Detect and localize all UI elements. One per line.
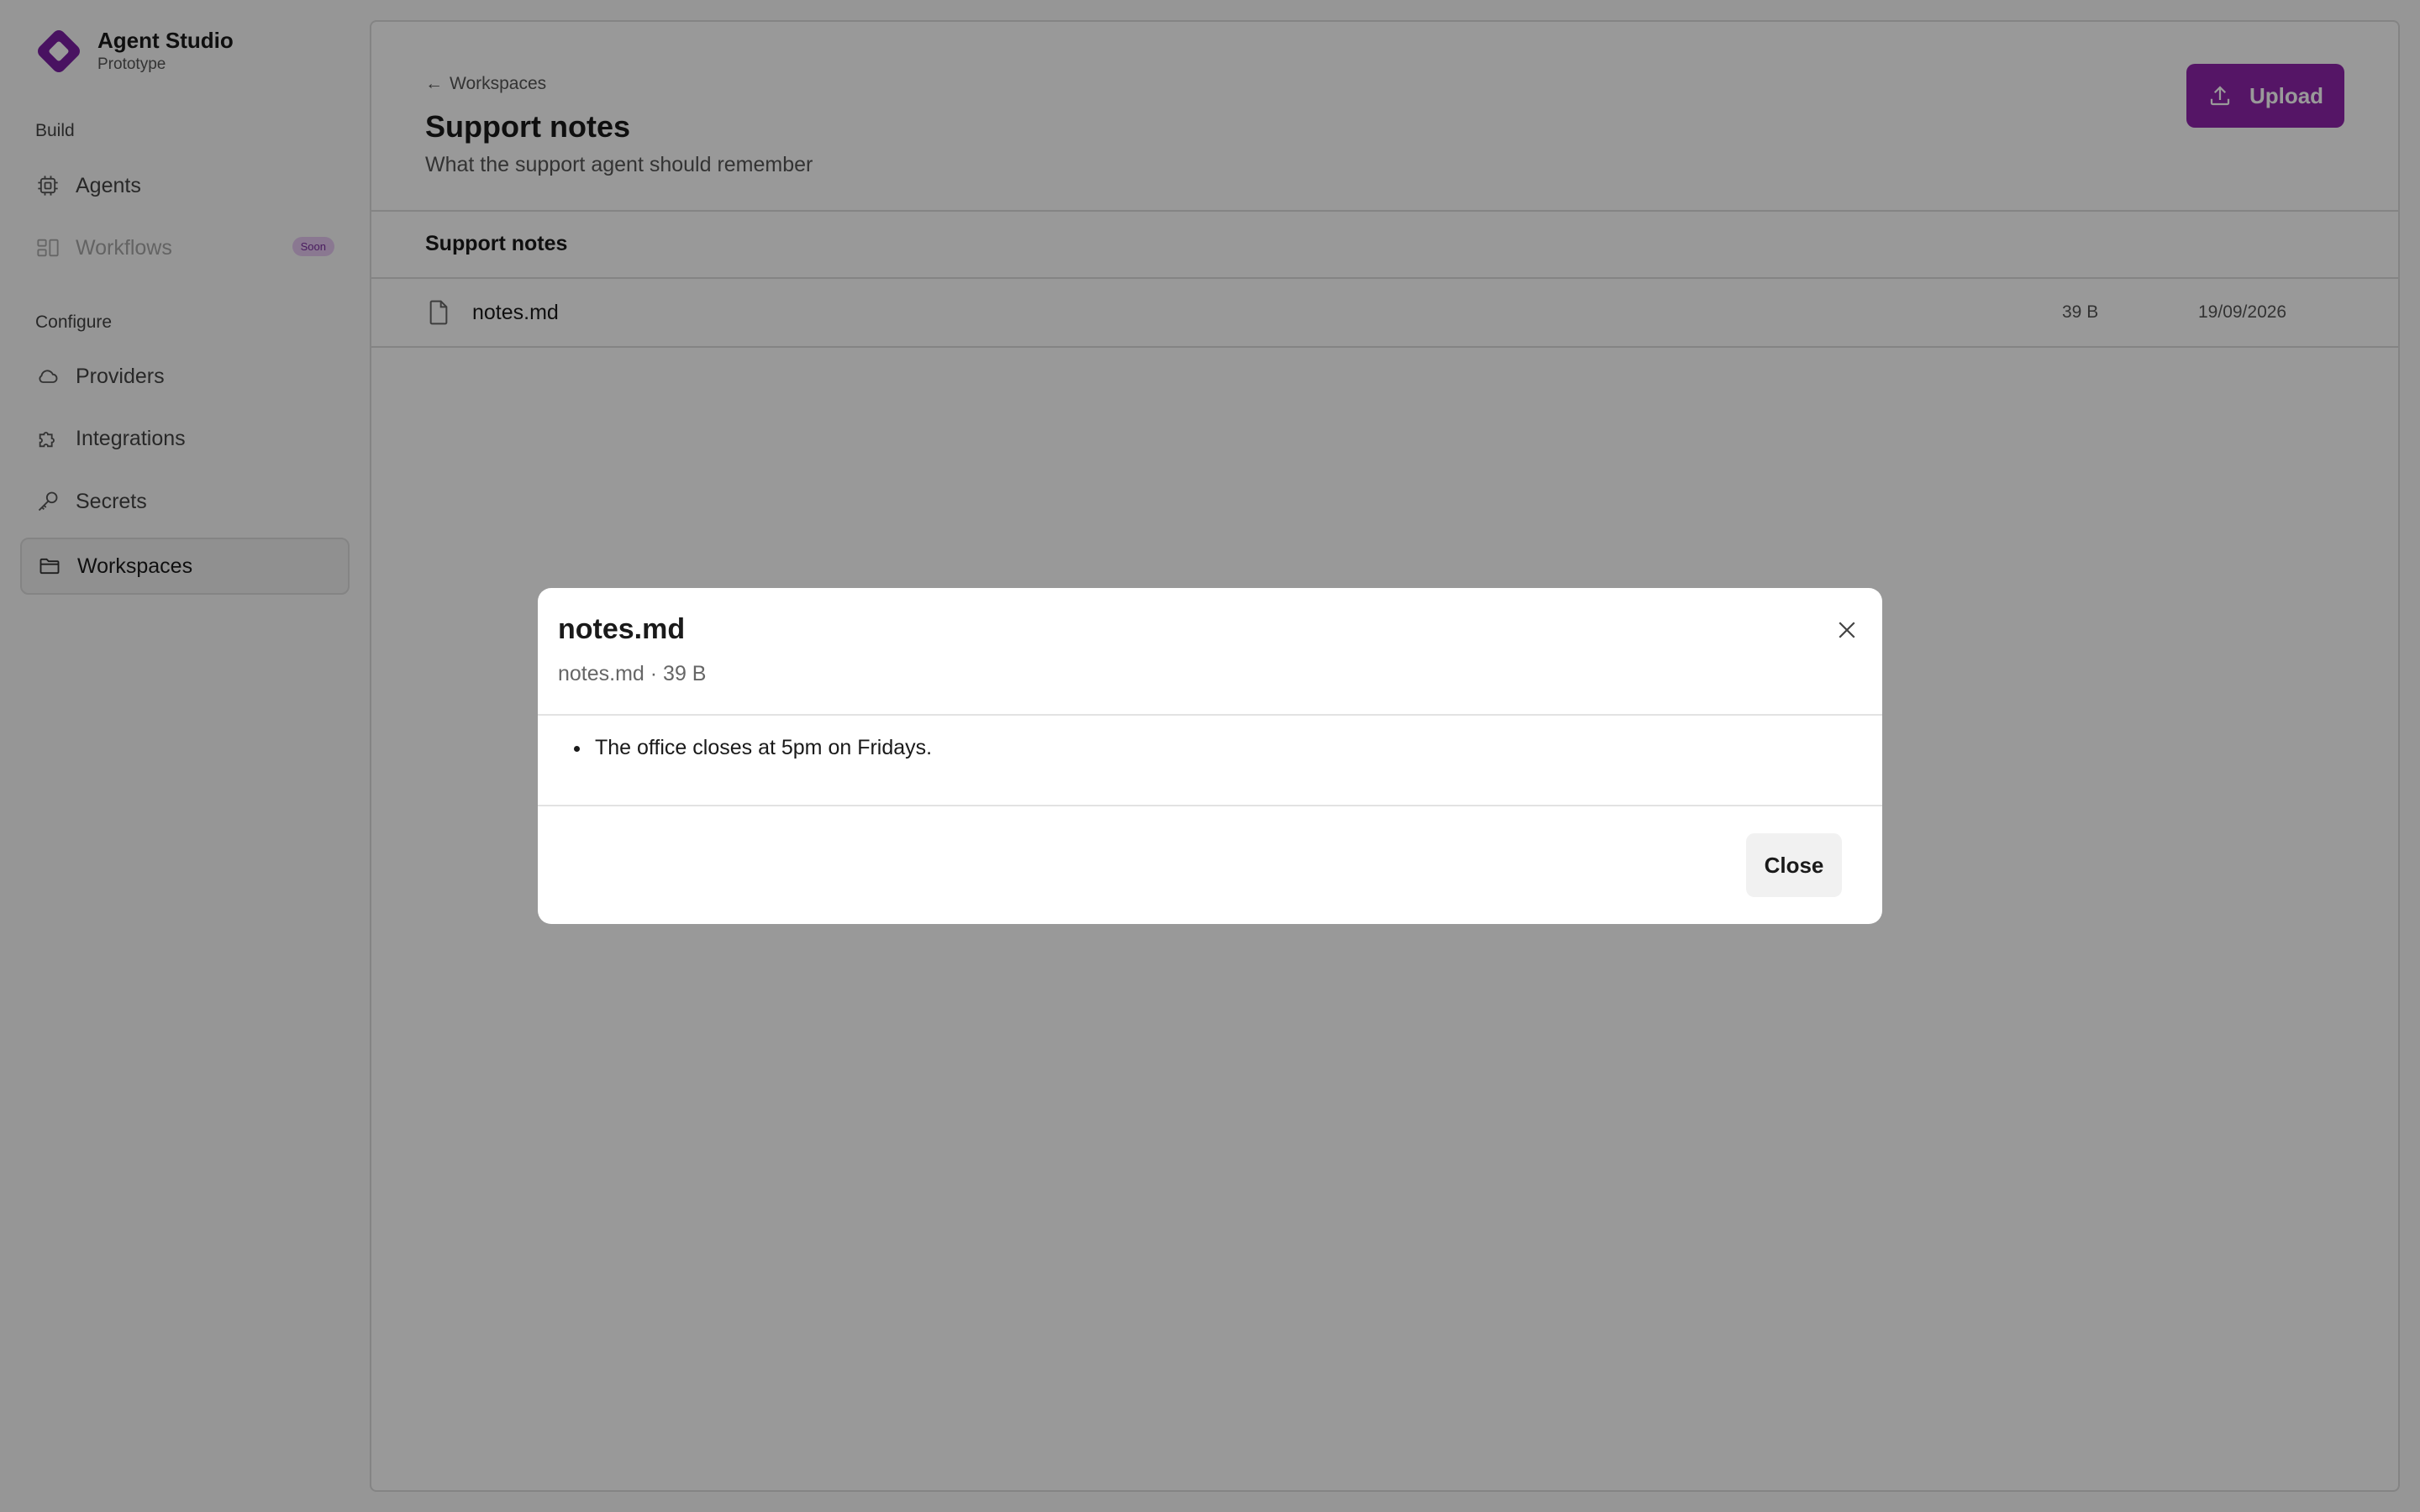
dialog-content: The office closes at 5pm on Fridays.	[592, 736, 932, 760]
dialog-title: notes.md	[558, 613, 686, 645]
content-list-item: The office closes at 5pm on Fridays.	[592, 736, 932, 760]
file-preview-dialog: notes.md notes.md · 39 B The office clos…	[538, 588, 1882, 924]
close-icon[interactable]	[1830, 613, 1864, 647]
divider	[538, 805, 1882, 806]
close-button[interactable]: Close	[1746, 833, 1842, 897]
dialog-meta: notes.md · 39 B	[558, 662, 707, 685]
divider	[538, 714, 1882, 716]
